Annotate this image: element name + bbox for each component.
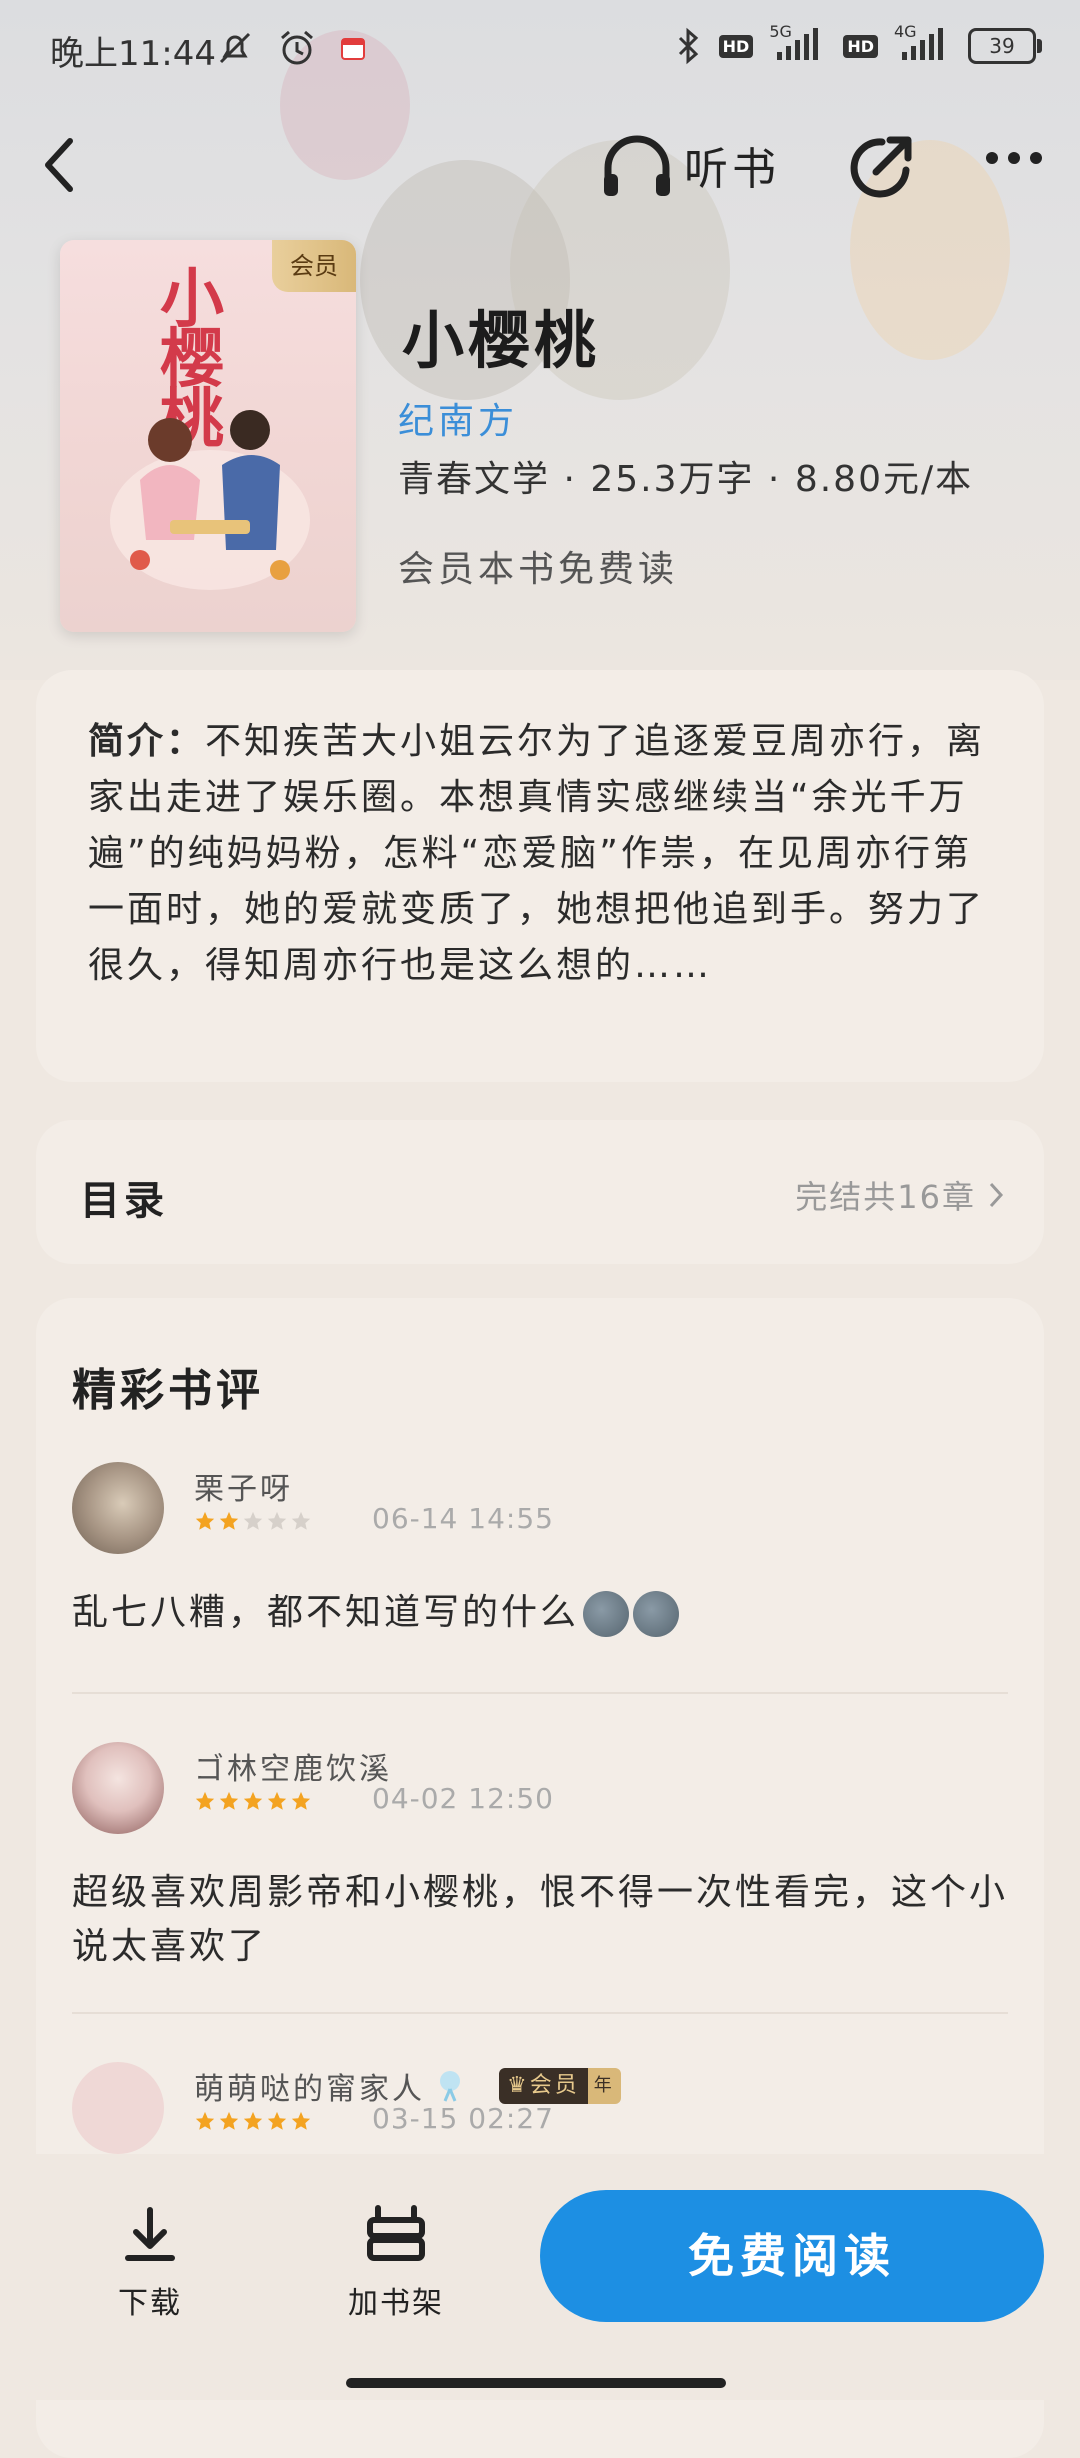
- mute-icon: [219, 32, 251, 64]
- ribbon-icon: [440, 2071, 460, 2102]
- review-item[interactable]: 栗子呀 06-14 14:55 乱七八糟，都不知道写的什么: [72, 1462, 1008, 1692]
- star-empty-icon: [267, 1511, 287, 1530]
- free-read-button[interactable]: 免费阅读: [540, 2190, 1044, 2322]
- more-icon[interactable]: [984, 150, 1044, 166]
- add-to-shelf-button[interactable]: 加书架: [326, 2204, 466, 2322]
- review-text: 超级喜欢周影帝和小樱桃，恨不得一次性看完，这个小说太喜欢了: [72, 1872, 1009, 1967]
- signal-5g-label: 5G: [769, 22, 792, 41]
- book-author[interactable]: 纪南方: [398, 392, 518, 444]
- listen-label: 听书: [684, 144, 780, 195]
- review-date: 06-14 14:55: [372, 1502, 554, 1535]
- status-right-icons: HD 5G HD 4G 39: [673, 22, 1042, 66]
- vip-badge-period: 年: [587, 2068, 621, 2104]
- calendar-icon: [341, 38, 365, 60]
- star-filled-icon: [291, 2111, 311, 2130]
- battery-icon: 39: [968, 28, 1042, 64]
- new-moon-face-icon: [583, 1591, 630, 1637]
- vip-badge: ♛会员 年: [499, 2068, 621, 2104]
- rating-stars: [194, 2110, 312, 2132]
- reviews-heading: 精彩书评: [72, 1365, 264, 1416]
- review-date: 04-02 12:50: [372, 1782, 554, 1815]
- star-filled-icon: [195, 2111, 215, 2130]
- toc-status: 完结共16章: [795, 1172, 1004, 1218]
- toc-title: 目录: [80, 1178, 168, 1224]
- review-username-text: ゴ林空鹿饮溪: [194, 1752, 392, 1787]
- book-cover[interactable]: 会员 小樱桃: [60, 240, 356, 632]
- signal-4g-icon: 4G: [894, 22, 952, 64]
- home-indicator[interactable]: [346, 2378, 726, 2388]
- review-username[interactable]: 栗子呀: [194, 1464, 293, 1508]
- bottom-action-bar: 下载 加书架 免费阅读: [0, 2154, 1080, 2400]
- star-empty-icon: [243, 1511, 263, 1530]
- intro-text: 不知疾苦大小姐云尔为了追逐爱豆周亦行，离家出走进了娱乐圈。本想真情实感继续当“余…: [88, 721, 986, 986]
- star-filled-icon: [195, 1511, 215, 1530]
- star-filled-icon: [267, 1791, 287, 1810]
- toc-card[interactable]: 目录 完结共16章: [36, 1120, 1044, 1264]
- star-filled-icon: [195, 1791, 215, 1810]
- star-filled-icon: [243, 1791, 263, 1810]
- star-filled-icon: [219, 1791, 239, 1810]
- listen-button[interactable]: 听书: [600, 130, 780, 200]
- rating-stars: [194, 1790, 312, 1812]
- star-filled-icon: [219, 2111, 239, 2130]
- download-label: 下载: [118, 2286, 182, 2321]
- vip-badge-label: ♛会员: [499, 2068, 588, 2104]
- status-time: 晚上11:44: [50, 34, 216, 74]
- new-moon-face-icon: [633, 1591, 680, 1637]
- add-to-shelf-label: 加书架: [348, 2286, 444, 2321]
- member-free-note: 会员本书免费读: [398, 549, 679, 590]
- intro-text-block: 简介：不知疾苦大小姐云尔为了追逐爱豆周亦行，离家出走进了娱乐圈。本想真情实感继续…: [88, 714, 1008, 994]
- bookshelf-icon: [367, 2205, 425, 2261]
- cover-vip-badge: 会员: [272, 240, 356, 292]
- hd-badge: HD: [718, 34, 754, 58]
- signal-4g-label: 4G: [894, 22, 917, 41]
- cover-illustration: [110, 410, 310, 590]
- review-username-text: 栗子呀: [194, 1472, 293, 1507]
- review-item[interactable]: ゴ林空鹿饮溪 04-02 12:50 超级喜欢周影帝和小樱桃，恨不得一次性看完，…: [72, 1742, 1008, 2002]
- star-filled-icon: [243, 2111, 263, 2130]
- toc-status-text: 完结共16章: [795, 1178, 976, 1216]
- book-meta: 青春文学 · 25.3万字 · 8.80元/本: [398, 459, 974, 500]
- avatar[interactable]: [72, 1462, 164, 1554]
- hd-badge-2: HD: [843, 34, 878, 58]
- rating-stars: [194, 1510, 312, 1532]
- avatar[interactable]: [72, 1742, 164, 1834]
- avatar[interactable]: [72, 2062, 164, 2154]
- review-username[interactable]: ゴ林空鹿饮溪: [194, 1744, 392, 1788]
- status-bar: 晚上11:44 HD 5G HD 4G 39: [0, 0, 1080, 96]
- divider: [72, 2012, 1008, 2014]
- download-button[interactable]: 下载: [80, 2204, 220, 2322]
- back-icon[interactable]: [40, 135, 80, 195]
- review-text: 乱七八糟，都不知道写的什么: [72, 1586, 1008, 1640]
- bluetooth-icon: [678, 27, 698, 65]
- book-title: 小樱桃: [402, 304, 601, 377]
- share-icon[interactable]: [846, 132, 918, 204]
- intro-label: 简介：: [88, 721, 206, 762]
- intro-card[interactable]: 简介：不知疾苦大小姐云尔为了追逐爱豆周亦行，离家出走进了娱乐圈。本想真情实感继续…: [36, 670, 1044, 1082]
- review-date: 03-15 02:27: [372, 2102, 554, 2135]
- status-left-icons: [215, 28, 367, 68]
- star-filled-icon: [291, 1791, 311, 1810]
- star-filled-icon: [267, 2111, 287, 2130]
- signal-5g-icon: 5G: [769, 22, 827, 64]
- divider: [72, 1692, 1008, 1694]
- headphones-icon: [604, 135, 670, 196]
- download-icon: [125, 2207, 175, 2261]
- alarm-icon: [281, 30, 313, 65]
- review-text-content: 乱七八糟，都不知道写的什么: [72, 1592, 580, 1633]
- star-empty-icon: [291, 1511, 311, 1530]
- star-filled-icon: [219, 1511, 239, 1530]
- chevron-right-icon: [989, 1182, 1004, 1208]
